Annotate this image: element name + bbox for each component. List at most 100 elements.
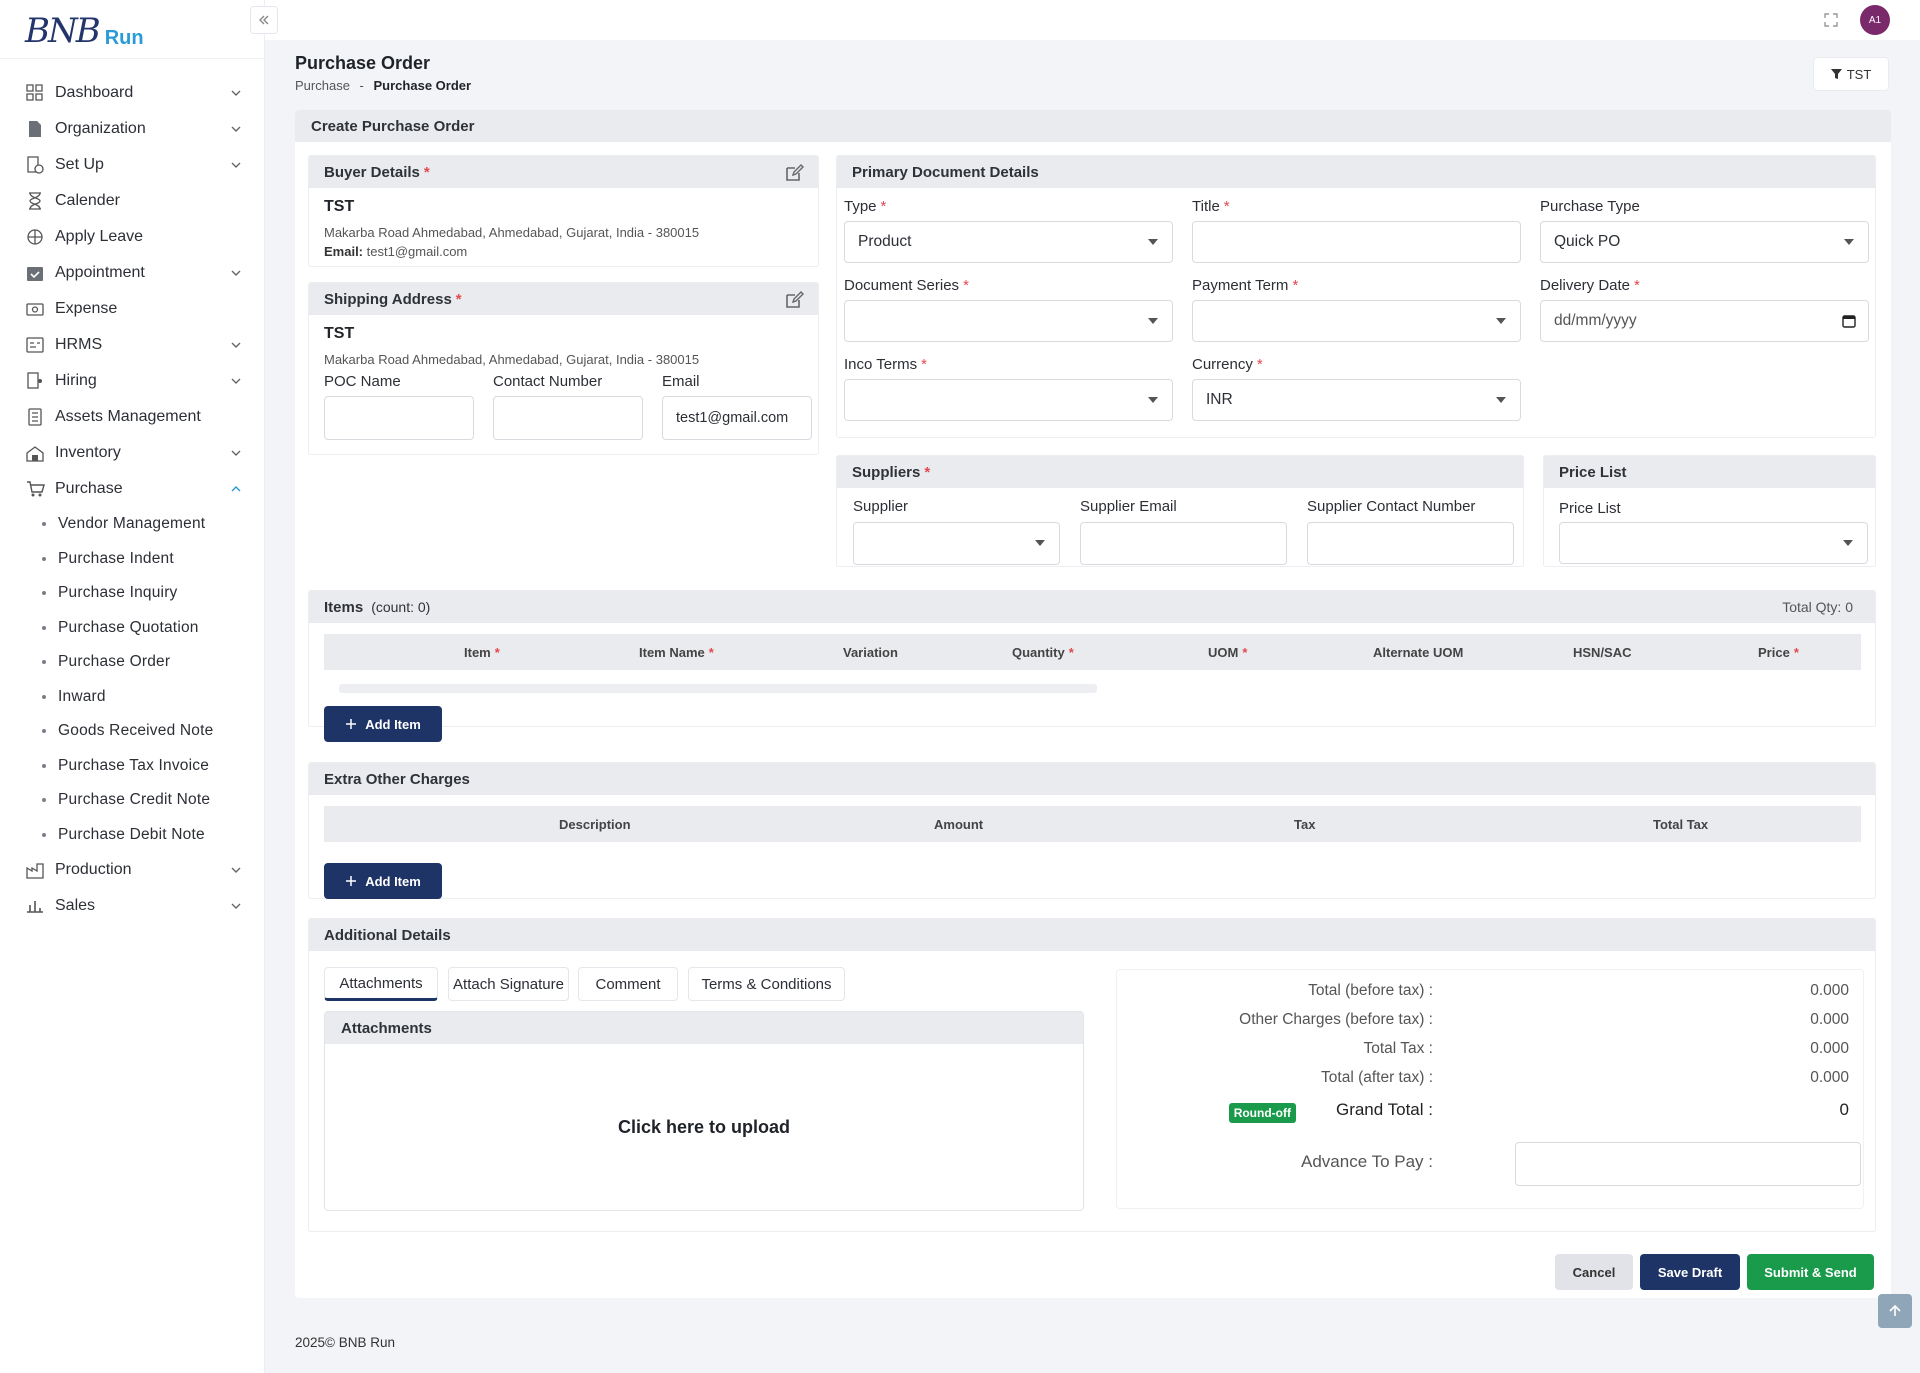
submit-send-button[interactable]: Submit & Send bbox=[1747, 1254, 1874, 1290]
sidebar-subitem-purchase-order[interactable]: Purchase Order bbox=[0, 645, 265, 680]
double-chevron-left-icon bbox=[259, 15, 269, 25]
bullet-icon bbox=[42, 729, 46, 734]
sidebar-item-label: Assets Management bbox=[55, 408, 201, 425]
horizontal-scrollbar[interactable] bbox=[339, 684, 1097, 693]
items-column-uom: UOM * bbox=[1208, 644, 1248, 660]
required-asterisk: * bbox=[455, 290, 462, 308]
sidebar-item-label: Hiring bbox=[55, 372, 97, 389]
sidebar-subitem-inward[interactable]: Inward bbox=[0, 680, 265, 715]
sidebar-item-purchase[interactable]: Purchase bbox=[0, 471, 265, 507]
sidebar-subitem-purchase-debit-note[interactable]: Purchase Debit Note bbox=[0, 818, 265, 853]
sidebar-subitem-purchase-indent[interactable]: Purchase Indent bbox=[0, 542, 265, 577]
bullet-icon bbox=[42, 591, 46, 596]
sidebar-item-inventory[interactable]: Inventory bbox=[0, 435, 265, 471]
edit-icon[interactable] bbox=[784, 163, 804, 183]
sidebar-item-apply-leave[interactable]: Apply Leave bbox=[0, 219, 265, 255]
sidebar-item-sales[interactable]: Sales bbox=[0, 888, 265, 915]
tab-terms-conditions[interactable]: Terms & Conditions bbox=[688, 967, 845, 1001]
sidebar-subitem-label: Purchase Inquiry bbox=[58, 584, 178, 602]
sidebar-subitem-purchase-tax-invoice[interactable]: Purchase Tax Invoice bbox=[0, 749, 265, 784]
sidebar-subitem-vendor-management[interactable]: Vendor Management bbox=[0, 507, 265, 542]
delivery-date-input[interactable]: dd/mm/yyyy bbox=[1540, 300, 1869, 342]
sidebar-subitem-purchase-inquiry[interactable]: Purchase Inquiry bbox=[0, 576, 265, 611]
type-label: Type * bbox=[844, 198, 887, 215]
title-label: Title * bbox=[1192, 198, 1230, 215]
chevron-down-icon bbox=[229, 446, 243, 460]
items-title: Items bbox=[324, 598, 364, 616]
total-value: 0.000 bbox=[1810, 1040, 1849, 1057]
sidebar-item-hiring[interactable]: Hiring bbox=[0, 363, 265, 399]
type-select[interactable]: Product bbox=[844, 221, 1173, 263]
hrms-icon bbox=[25, 335, 45, 355]
caret-down-icon bbox=[1496, 397, 1506, 403]
items-column-alternate-uom: Alternate UOM bbox=[1373, 644, 1464, 660]
supplier-select[interactable] bbox=[853, 522, 1060, 565]
sidebar-subitem-purchase-quotation[interactable]: Purchase Quotation bbox=[0, 611, 265, 646]
brand-logo[interactable]: BNB Run bbox=[25, 4, 144, 58]
price-list-select[interactable] bbox=[1559, 522, 1868, 564]
chevron-down-icon bbox=[229, 374, 243, 388]
sidebar-item-label: HRMS bbox=[55, 336, 103, 353]
payment-term-select[interactable] bbox=[1192, 300, 1521, 342]
buyer-details-title: Buyer Details bbox=[324, 163, 420, 181]
tab-comment[interactable]: Comment bbox=[578, 967, 678, 1001]
tab-attachments[interactable]: Attachments bbox=[324, 967, 438, 1001]
hourglass-icon bbox=[25, 191, 45, 211]
round-off-badge[interactable]: Round-off bbox=[1228, 1103, 1296, 1123]
items-count: (count: 0) bbox=[371, 599, 431, 615]
upload-dropzone[interactable]: Click here to upload bbox=[325, 1044, 1083, 1210]
collapse-sidebar-button[interactable] bbox=[250, 6, 278, 34]
sidebar-item-production[interactable]: Production bbox=[0, 852, 265, 888]
sidebar-item-expense[interactable]: Expense bbox=[0, 291, 265, 327]
currency-select[interactable]: INR bbox=[1192, 379, 1521, 421]
items-column-quantity: Quantity * bbox=[1012, 644, 1074, 660]
breadcrumb-current: Purchase Order bbox=[373, 78, 472, 93]
sidebar-item-organization[interactable]: Organization bbox=[0, 111, 265, 147]
user-avatar[interactable]: A1 bbox=[1860, 5, 1890, 35]
advance-to-pay-input[interactable] bbox=[1515, 1142, 1861, 1186]
breadcrumb-parent[interactable]: Purchase bbox=[295, 78, 350, 93]
shipping-address-header: Shipping Address * bbox=[309, 283, 818, 315]
edit-icon[interactable] bbox=[784, 290, 804, 310]
purchase-type-select[interactable]: Quick PO bbox=[1540, 221, 1869, 263]
cancel-button[interactable]: Cancel bbox=[1555, 1254, 1633, 1290]
sidebar-subitem-label: Goods Received Note bbox=[58, 722, 214, 740]
supplier-email-input[interactable] bbox=[1080, 522, 1287, 565]
buyer-email: test1@gmail.com bbox=[366, 244, 468, 259]
calendar-check-icon bbox=[25, 263, 45, 283]
inco-terms-select[interactable] bbox=[844, 379, 1173, 421]
bullet-icon bbox=[42, 660, 46, 665]
add-charge-button[interactable]: Add Item bbox=[324, 863, 442, 899]
fullscreen-icon[interactable] bbox=[1822, 11, 1840, 29]
sidebar-item-calender[interactable]: Calender bbox=[0, 183, 265, 219]
shipping-email-input[interactable]: test1@gmail.com bbox=[662, 396, 812, 440]
chevron-down-icon bbox=[229, 338, 243, 352]
sidebar-item-dashboard[interactable]: Dashboard bbox=[0, 75, 265, 111]
bullet-icon bbox=[42, 763, 46, 768]
sidebar-item-assets-management[interactable]: Assets Management bbox=[0, 399, 265, 435]
title-input[interactable] bbox=[1192, 221, 1521, 263]
filter-button[interactable]: TST bbox=[1813, 57, 1889, 91]
add-item-button[interactable]: Add Item bbox=[324, 706, 442, 742]
poc-name-input[interactable] bbox=[324, 396, 474, 440]
sidebar-subitem-goods-received-note[interactable]: Goods Received Note bbox=[0, 714, 265, 749]
extra-charges-header: Extra Other Charges bbox=[309, 763, 1875, 795]
sidebar-item-set-up[interactable]: Set Up bbox=[0, 147, 265, 183]
currency-label: Currency * bbox=[1192, 356, 1263, 373]
contact-number-input[interactable] bbox=[493, 396, 643, 440]
logo-divider bbox=[0, 58, 265, 59]
extra-charges-table-header: Description Amount Tax Total Tax bbox=[324, 806, 1861, 842]
total-value: 0.000 bbox=[1810, 982, 1849, 999]
scroll-to-top-button[interactable] bbox=[1878, 1294, 1912, 1328]
chevron-none-icon bbox=[229, 302, 243, 316]
save-draft-button[interactable]: Save Draft bbox=[1640, 1254, 1740, 1290]
supplier-email-label: Supplier Email bbox=[1080, 498, 1177, 515]
caret-down-icon bbox=[1148, 397, 1158, 403]
sidebar-item-hrms[interactable]: HRMS bbox=[0, 327, 265, 363]
sidebar-item-appointment[interactable]: Appointment bbox=[0, 255, 265, 291]
create-purchase-order-card: Create Purchase Order Buyer Details * TST… bbox=[295, 110, 1891, 1298]
tab-attach-signature[interactable]: Attach Signature bbox=[448, 967, 569, 1001]
sidebar-subitem-purchase-credit-note[interactable]: Purchase Credit Note bbox=[0, 783, 265, 818]
supplier-contact-input[interactable] bbox=[1307, 522, 1514, 565]
document-series-select[interactable] bbox=[844, 300, 1173, 342]
